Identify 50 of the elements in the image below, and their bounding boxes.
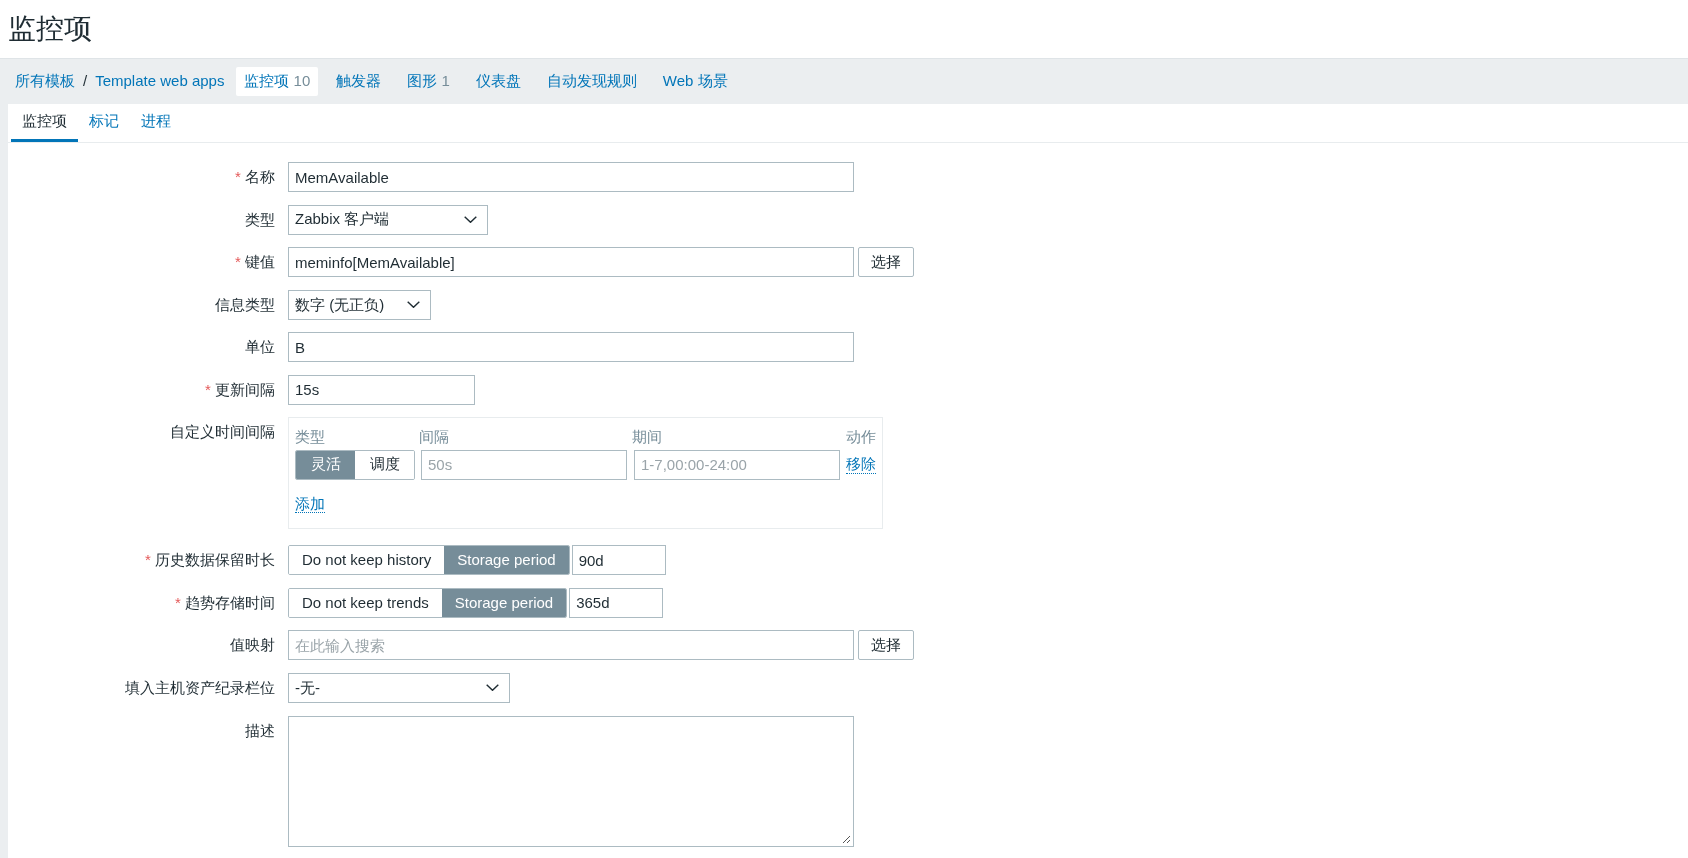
field-label: 类型 (245, 210, 275, 228)
storage-period-field[interactable]: 365d (569, 587, 664, 618)
nav-tab[interactable]: 图形 1 (399, 67, 458, 96)
text-field[interactable]: B (288, 332, 854, 363)
select-button[interactable]: 选择 (858, 247, 914, 278)
field-label: 描述 (245, 721, 275, 739)
nav-tab[interactable]: Web 场景 (654, 67, 736, 96)
chevron-down-icon (407, 301, 420, 309)
interval-field[interactable]: 50s (421, 449, 627, 480)
field-label: * 历史数据保留时长 (145, 551, 275, 569)
page-title: 监控项 (8, 12, 92, 46)
text-field[interactable]: MemAvailable (288, 162, 854, 192)
column-header: 类型 (295, 426, 326, 447)
text-field[interactable]: 15s (288, 374, 475, 405)
field-label: 信息类型 (215, 295, 275, 313)
field-label: 值映射 (230, 636, 275, 654)
text-field[interactable]: 在此输入搜索 (288, 630, 854, 661)
field-label: 自定义时间间隔 (170, 422, 275, 440)
dropdown[interactable]: -无- (288, 672, 510, 703)
column-header: 动作 (846, 426, 876, 447)
field-label: 填入主机资产纪录栏位 (125, 678, 275, 696)
description-field[interactable] (288, 715, 854, 847)
chevron-down-icon (486, 684, 499, 692)
add-link[interactable]: 添加 (295, 494, 325, 513)
column-header: 间隔 (419, 426, 450, 447)
nav-tab[interactable]: 监控项 10 (236, 67, 319, 96)
dropdown[interactable]: Zabbix 客户端 (288, 204, 488, 235)
field-label: * 更新间隔 (205, 380, 275, 398)
nav-tab[interactable]: 仪表盘 (467, 67, 529, 96)
field-label: * 名称 (235, 168, 275, 185)
column-header: 期间 (632, 426, 663, 447)
nav-tab[interactable]: 自动发现规则 (538, 67, 645, 96)
nav-tab[interactable]: 触发器 (328, 67, 390, 96)
field-label: * 趋势存储时间 (175, 593, 275, 611)
text-field[interactable]: meminfo[MemAvailable] (288, 247, 854, 278)
form-tab[interactable]: 监控项 (11, 103, 78, 142)
select-button[interactable]: 选择 (858, 630, 914, 661)
form-tab[interactable]: 进程 (130, 103, 182, 142)
dropdown[interactable]: 数字 (无正负) (288, 289, 431, 320)
resize-grip-icon (842, 834, 851, 844)
storage-period-field[interactable]: 90d (571, 545, 666, 576)
breadcrumb-link[interactable]: 所有模板 (15, 70, 75, 93)
chevron-down-icon (464, 216, 477, 224)
period-field[interactable]: 1-7,00:00-24:00 (634, 449, 840, 480)
breadcrumb-separator: / (83, 71, 88, 92)
form-tab[interactable]: 标记 (78, 103, 130, 142)
field-label: * 键值 (235, 253, 275, 271)
breadcrumb-link[interactable]: Template web apps (95, 70, 225, 93)
field-label: 单位 (245, 338, 275, 356)
remove-link[interactable]: 移除 (846, 455, 876, 475)
